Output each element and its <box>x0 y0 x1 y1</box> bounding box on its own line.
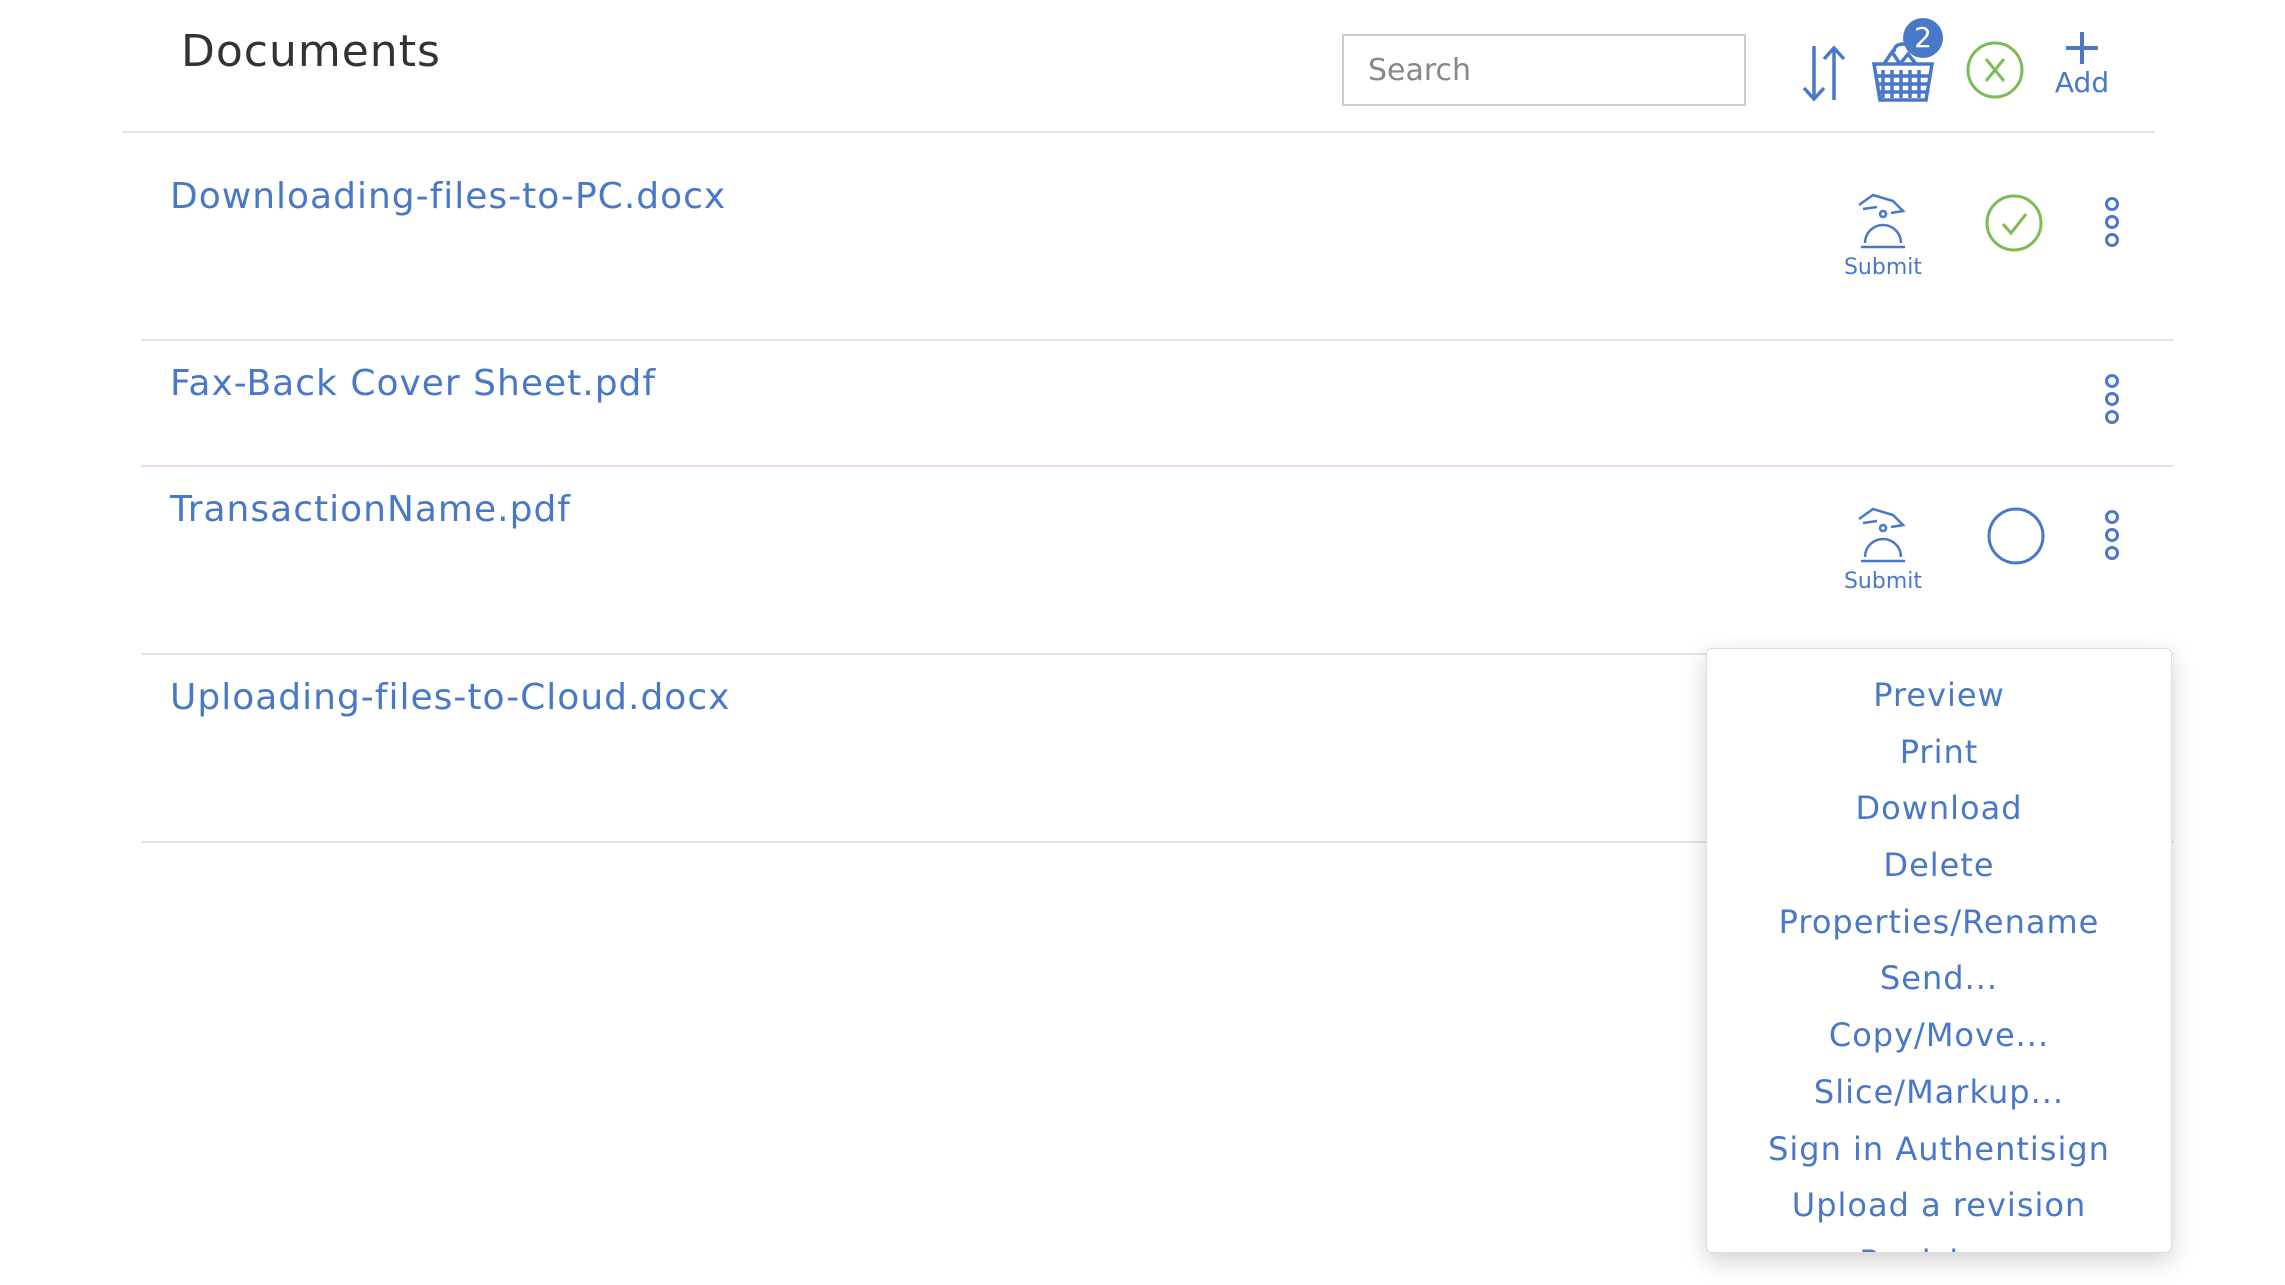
page-title: Documents <box>181 26 441 77</box>
menu-item-revisions[interactable]: Revisions <box>1707 1234 2171 1252</box>
menu-item-preview[interactable]: Preview <box>1707 667 2171 724</box>
document-row: TransactionName.pdf Submit <box>0 467 2285 654</box>
menu-item-upload-revision[interactable]: Upload a revision <box>1707 1177 2171 1234</box>
more-options-icon[interactable] <box>2102 197 2122 247</box>
submit-label: Submit <box>1843 569 1923 594</box>
document-row: Fax-Back Cover Sheet.pdf <box>0 341 2285 466</box>
basket-count-badge: 2 <box>1903 18 1943 58</box>
add-label: Add <box>2054 66 2110 99</box>
document-name-link[interactable]: Downloading-files-to-PC.docx <box>170 176 726 217</box>
context-menu: Preview Print Download Delete Properties… <box>1706 648 2172 1253</box>
submit-label: Submit <box>1843 255 1923 280</box>
menu-item-send[interactable]: Send... <box>1707 950 2171 1007</box>
clear-selection-icon[interactable] <box>1965 40 2025 100</box>
more-options-icon[interactable] <box>2102 374 2122 424</box>
document-name-link[interactable]: TransactionName.pdf <box>170 489 571 530</box>
menu-item-delete[interactable]: Delete <box>1707 837 2171 894</box>
add-button[interactable]: Add <box>2046 30 2118 99</box>
menu-item-slice-markup[interactable]: Slice/Markup... <box>1707 1064 2171 1121</box>
status-unchecked-icon[interactable] <box>1986 506 2046 566</box>
plus-icon <box>2066 32 2098 64</box>
document-name-link[interactable]: Fax-Back Cover Sheet.pdf <box>170 363 656 404</box>
menu-item-copy-move[interactable]: Copy/Move... <box>1707 1007 2171 1064</box>
menu-item-sign-authentisign[interactable]: Sign in Authentisign <box>1707 1121 2171 1178</box>
submit-bell-icon <box>1858 193 1906 249</box>
sort-icon[interactable] <box>1800 44 1850 102</box>
search-input[interactable] <box>1342 34 1746 106</box>
submit-bell-icon <box>1858 507 1906 563</box>
document-row: Downloading-files-to-PC.docx Submit <box>0 133 2285 340</box>
submit-button[interactable]: Submit <box>1823 505 1943 594</box>
document-name-link[interactable]: Uploading-files-to-Cloud.docx <box>170 677 730 718</box>
status-checked-icon[interactable] <box>1984 193 2044 253</box>
submit-button[interactable]: Submit <box>1823 191 1943 280</box>
menu-item-properties-rename[interactable]: Properties/Rename <box>1707 894 2171 951</box>
menu-item-download[interactable]: Download <box>1707 780 2171 837</box>
menu-item-print[interactable]: Print <box>1707 724 2171 781</box>
more-options-icon[interactable] <box>2102 510 2122 560</box>
